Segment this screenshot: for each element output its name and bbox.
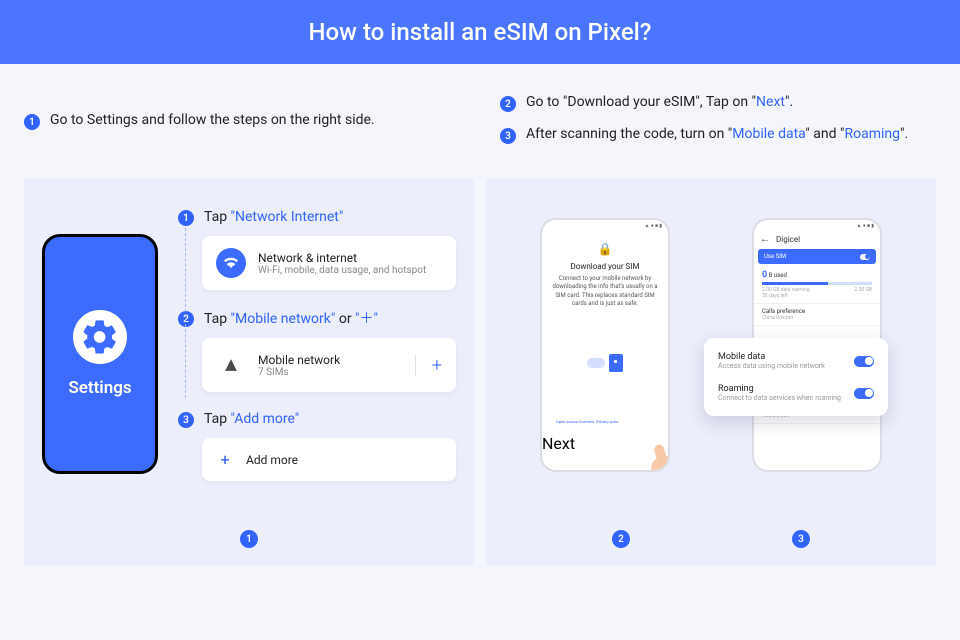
substep-2-number: 2 <box>178 311 194 327</box>
substep-1: 1 Tap "Network Internet" Network & inter… <box>178 208 456 290</box>
panels: Settings 1 Tap "Network Internet" Networ… <box>0 178 960 566</box>
substep-3-number: 3 <box>178 412 194 428</box>
finger-pointer-icon <box>649 453 670 472</box>
panel-phone-screens: ▲ ● ■ ▮ 🔒 Download your SIM Connect to y… <box>486 178 936 566</box>
step-number-2: 2 <box>500 96 516 112</box>
substep-3: 3 Tap "Add more" + Add more <box>178 410 456 481</box>
switch-icon[interactable] <box>854 356 874 367</box>
download-sim-title: Download your SIM <box>552 262 658 271</box>
highlight-mobile-data: Mobile data <box>732 126 805 142</box>
download-sim-desc: Connect to your mobile network by downlo… <box>552 275 658 309</box>
carrier-name: Digicel <box>776 235 800 244</box>
panel-badge-3: 3 <box>792 530 810 548</box>
lock-icon: 🔒 <box>552 242 658 256</box>
page-title: How to install an eSIM on Pixel? <box>0 0 960 64</box>
data-usage-row: 0 B used 2.00 GB data warning 30 days le… <box>754 266 880 304</box>
use-sim-toggle[interactable]: Use SIM <box>758 249 876 264</box>
card-add-more[interactable]: + Add more <box>202 438 456 481</box>
highlight-roaming: Roaming <box>844 126 900 142</box>
settings-label: Settings <box>68 378 131 398</box>
step-number-1: 1 <box>24 114 40 130</box>
titlebar: ← Digicel <box>754 232 880 247</box>
mobile-data-toggle[interactable]: Mobile data Access data using mobile net… <box>718 348 874 374</box>
substep-1-action: "Network Internet" <box>231 209 344 225</box>
roaming-toggle[interactable]: Roaming Connect to data services when ro… <box>718 380 874 406</box>
status-bar: ▲ ● ■ ▮ <box>542 220 668 232</box>
instruction-1-text: Go to Settings and follow the steps on t… <box>50 112 375 128</box>
panel-settings-steps: Settings 1 Tap "Network Internet" Networ… <box>24 178 474 566</box>
next-button[interactable]: Next <box>542 434 668 453</box>
phone-download-sim: ▲ ● ■ ▮ 🔒 Download your SIM Connect to y… <box>540 218 670 472</box>
toggle-icon <box>860 254 870 260</box>
usage-bar <box>762 282 872 285</box>
phone-mock-settings: Settings <box>42 234 158 474</box>
card-mobile-network[interactable]: Mobile network 7 SIMs + <box>202 338 456 392</box>
top-instructions: 1 Go to Settings and follow the steps on… <box>0 64 960 178</box>
signal-icon <box>216 350 246 380</box>
dotted-connector <box>185 228 186 398</box>
card-subtitle: Wi-Fi, mobile, data usage, and hotspot <box>258 265 426 276</box>
substep-1-number: 1 <box>178 210 194 226</box>
instruction-3: 3 After scanning the code, turn on "Mobi… <box>500 126 936 144</box>
cloud-icon <box>587 358 605 368</box>
plus-icon[interactable]: + <box>415 355 442 376</box>
highlight-next: Next <box>756 94 785 110</box>
step-number-3: 3 <box>500 128 516 144</box>
sim-icon <box>609 354 623 372</box>
overlay-toggles: Mobile data Access data using mobile net… <box>704 338 888 416</box>
panel-badge-2: 2 <box>612 530 630 548</box>
gear-icon <box>73 310 127 364</box>
back-icon[interactable]: ← <box>760 234 770 245</box>
card-title: Network & internet <box>258 251 426 265</box>
calls-preference-row[interactable]: Calls preference China Unicom <box>754 304 880 326</box>
instructions-right: 2 Go to "Download your eSIM", Tap on "Ne… <box>500 94 936 158</box>
sim-illustration <box>552 333 658 393</box>
instruction-2: 2 Go to "Download your eSIM", Tap on "Ne… <box>500 94 936 112</box>
instruction-1: 1 Go to Settings and follow the steps on… <box>24 94 460 158</box>
status-bar: ▲ ● ■ ▮ <box>754 220 880 232</box>
panel-badge-1: 1 <box>240 530 258 548</box>
plus-icon: + <box>216 450 234 469</box>
card-network-internet[interactable]: Network & internet Wi-Fi, mobile, data u… <box>202 236 456 290</box>
footer-links: Open source licenses. Privacy polic <box>552 419 658 424</box>
substep-2: 2 Tap "Mobile network" or "＋" Mobile net… <box>178 308 456 392</box>
switch-icon[interactable] <box>854 388 874 399</box>
wifi-icon <box>216 248 246 278</box>
